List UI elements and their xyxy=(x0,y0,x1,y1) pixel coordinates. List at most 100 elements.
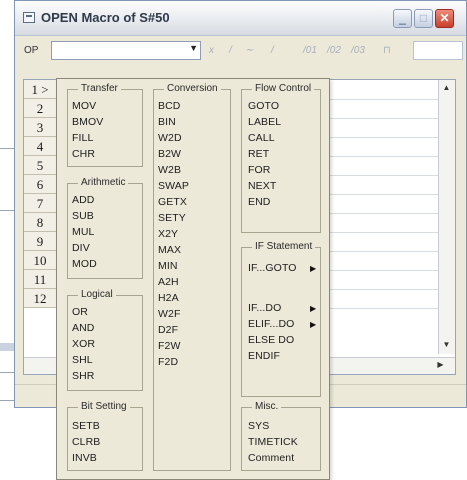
group-title: Misc. xyxy=(252,401,282,412)
tool-3-icon[interactable]: /03 xyxy=(351,45,365,56)
tool-1-icon[interactable]: /01 xyxy=(303,45,317,56)
menu-item-w2d[interactable]: W2D xyxy=(158,132,182,144)
menu-item-or[interactable]: OR xyxy=(72,306,88,318)
window-title: OPEN Macro of S#50 xyxy=(41,10,170,25)
row-header[interactable]: 1 > xyxy=(24,80,57,99)
conversion-group: Conversion BCD BIN W2D B2W W2B SWAP GETX… xyxy=(153,83,231,471)
title-bar[interactable]: OPEN Macro of S#50 _ □ ✕ xyxy=(15,1,466,36)
row-header[interactable]: 10 xyxy=(24,251,57,270)
command-popup-menu: Transfer MOV BMOV FILL CHR Arithmetic AD… xyxy=(56,78,330,480)
submenu-arrow-icon: ▶ xyxy=(310,320,317,329)
menu-item-chr[interactable]: CHR xyxy=(72,148,95,160)
menu-item-div[interactable]: DIV xyxy=(72,242,90,254)
row-header[interactable]: 2 xyxy=(24,99,57,118)
row-header[interactable]: 5 xyxy=(24,156,57,175)
menu-item-add[interactable]: ADD xyxy=(72,194,94,206)
row-header[interactable]: 3 xyxy=(24,118,57,137)
menu-item-mod[interactable]: MOD xyxy=(72,258,97,270)
misc-group: Misc. SYS TIMETICK Comment xyxy=(241,401,321,471)
menu-item-goto[interactable]: GOTO xyxy=(248,100,279,112)
menu-item-max[interactable]: MAX xyxy=(158,244,181,256)
italic-x-icon[interactable]: x xyxy=(209,45,214,56)
arithmetic-group: Arithmetic ADD SUB MUL DIV MOD xyxy=(67,177,143,279)
menu-item-sety[interactable]: SETY xyxy=(158,212,186,224)
menu-item-bin[interactable]: BIN xyxy=(158,116,176,128)
menu-item-clrb[interactable]: CLRB xyxy=(72,436,100,448)
menu-item-end[interactable]: END xyxy=(248,196,270,208)
minimize-button[interactable]: _ xyxy=(393,9,412,28)
menu-item-if-goto[interactable]: IF...GOTO xyxy=(248,262,297,274)
menu-item-mul[interactable]: MUL xyxy=(72,226,94,238)
menu-item-for[interactable]: FOR xyxy=(248,164,270,176)
menu-item-else-do[interactable]: ELSE DO xyxy=(248,334,294,346)
row-header[interactable]: 12 xyxy=(24,289,57,308)
transfer-group: Transfer MOV BMOV FILL CHR xyxy=(67,83,143,167)
menu-item-x2y[interactable]: X2Y xyxy=(158,228,178,240)
menu-item-d2f[interactable]: D2F xyxy=(158,324,178,336)
vertical-scrollbar[interactable]: ▲ ▼ xyxy=(438,80,455,354)
menu-item-setb[interactable]: SETB xyxy=(72,420,100,432)
menu-item-shr[interactable]: SHR xyxy=(72,370,94,382)
menu-item-sys[interactable]: SYS xyxy=(248,420,269,432)
group-title: Arithmetic xyxy=(78,177,129,188)
row-header[interactable]: 4 xyxy=(24,137,57,156)
tool-2-icon[interactable]: /02 xyxy=(327,45,341,56)
insert-icon[interactable]: ⊓ xyxy=(383,45,391,56)
menu-item-elif-do[interactable]: ELIF...DO xyxy=(248,318,294,330)
group-title: Logical xyxy=(78,289,116,300)
submenu-arrow-icon: ▶ xyxy=(310,304,317,313)
row-header[interactable]: 9 xyxy=(24,232,57,251)
scroll-down-icon[interactable]: ▼ xyxy=(440,338,453,352)
menu-item-f2w[interactable]: F2W xyxy=(158,340,180,352)
group-title: Bit Setting xyxy=(78,401,130,412)
row-header[interactable]: 6 xyxy=(24,175,57,194)
row-header[interactable]: 8 xyxy=(24,213,57,232)
menu-item-label[interactable]: LABEL xyxy=(248,116,281,128)
menu-item-and[interactable]: AND xyxy=(72,322,94,334)
submenu-arrow-icon: ▶ xyxy=(310,264,317,273)
menu-item-b2w[interactable]: B2W xyxy=(158,148,181,160)
menu-item-bcd[interactable]: BCD xyxy=(158,100,180,112)
close-button[interactable]: ✕ xyxy=(435,9,454,28)
group-title: IF Statement xyxy=(252,241,316,252)
menu-item-comment[interactable]: Comment xyxy=(248,452,294,464)
menu-item-xor[interactable]: XOR xyxy=(72,338,95,350)
menu-item-if-do[interactable]: IF...DO xyxy=(248,302,281,314)
menu-item-h2a[interactable]: H2A xyxy=(158,292,179,304)
window-icon xyxy=(23,12,35,23)
menu-item-shl[interactable]: SHL xyxy=(72,354,93,366)
menu-item-w2f[interactable]: W2F xyxy=(158,308,180,320)
menu-item-ret[interactable]: RET xyxy=(248,148,269,160)
op-label: OP xyxy=(24,45,39,56)
menu-item-sub[interactable]: SUB xyxy=(72,210,94,222)
maximize-button[interactable]: □ xyxy=(414,9,433,28)
menu-item-w2b[interactable]: W2B xyxy=(158,164,181,176)
wave-icon[interactable]: ∼ xyxy=(245,45,253,56)
menu-item-endif[interactable]: ENDIF xyxy=(248,350,280,362)
menu-item-min[interactable]: MIN xyxy=(158,260,178,272)
logical-group: Logical OR AND XOR SHL SHR xyxy=(67,289,143,391)
dropdown-arrow-icon[interactable]: ▼ xyxy=(189,43,198,53)
op-combo-box[interactable]: ▼ xyxy=(51,41,201,60)
menu-item-getx[interactable]: GETX xyxy=(158,196,187,208)
row-header[interactable]: 11 xyxy=(24,270,57,289)
scroll-right-icon[interactable]: ▶ xyxy=(434,358,447,372)
menu-item-swap[interactable]: SWAP xyxy=(158,180,189,192)
menu-item-timetick[interactable]: TIMETICK xyxy=(248,436,298,448)
menu-item-bmov[interactable]: BMOV xyxy=(72,116,103,128)
menu-item-invb[interactable]: INVB xyxy=(72,452,97,464)
menu-item-fill[interactable]: FILL xyxy=(72,132,93,144)
scroll-up-icon[interactable]: ▲ xyxy=(440,81,453,95)
group-title: Conversion xyxy=(164,83,221,94)
slash-icon[interactable]: / xyxy=(229,45,232,56)
row-header[interactable]: 7 xyxy=(24,194,57,213)
right-field[interactable] xyxy=(413,41,463,60)
menu-item-f2d[interactable]: F2D xyxy=(158,356,178,368)
menu-item-call[interactable]: CALL xyxy=(248,132,275,144)
menu-item-a2h[interactable]: A2H xyxy=(158,276,179,288)
group-title: Flow Control xyxy=(252,83,315,94)
menu-item-next[interactable]: NEXT xyxy=(248,180,276,192)
menu-item-mov[interactable]: MOV xyxy=(72,100,96,112)
slash-icon[interactable]: / xyxy=(271,45,274,56)
group-title: Transfer xyxy=(78,83,121,94)
